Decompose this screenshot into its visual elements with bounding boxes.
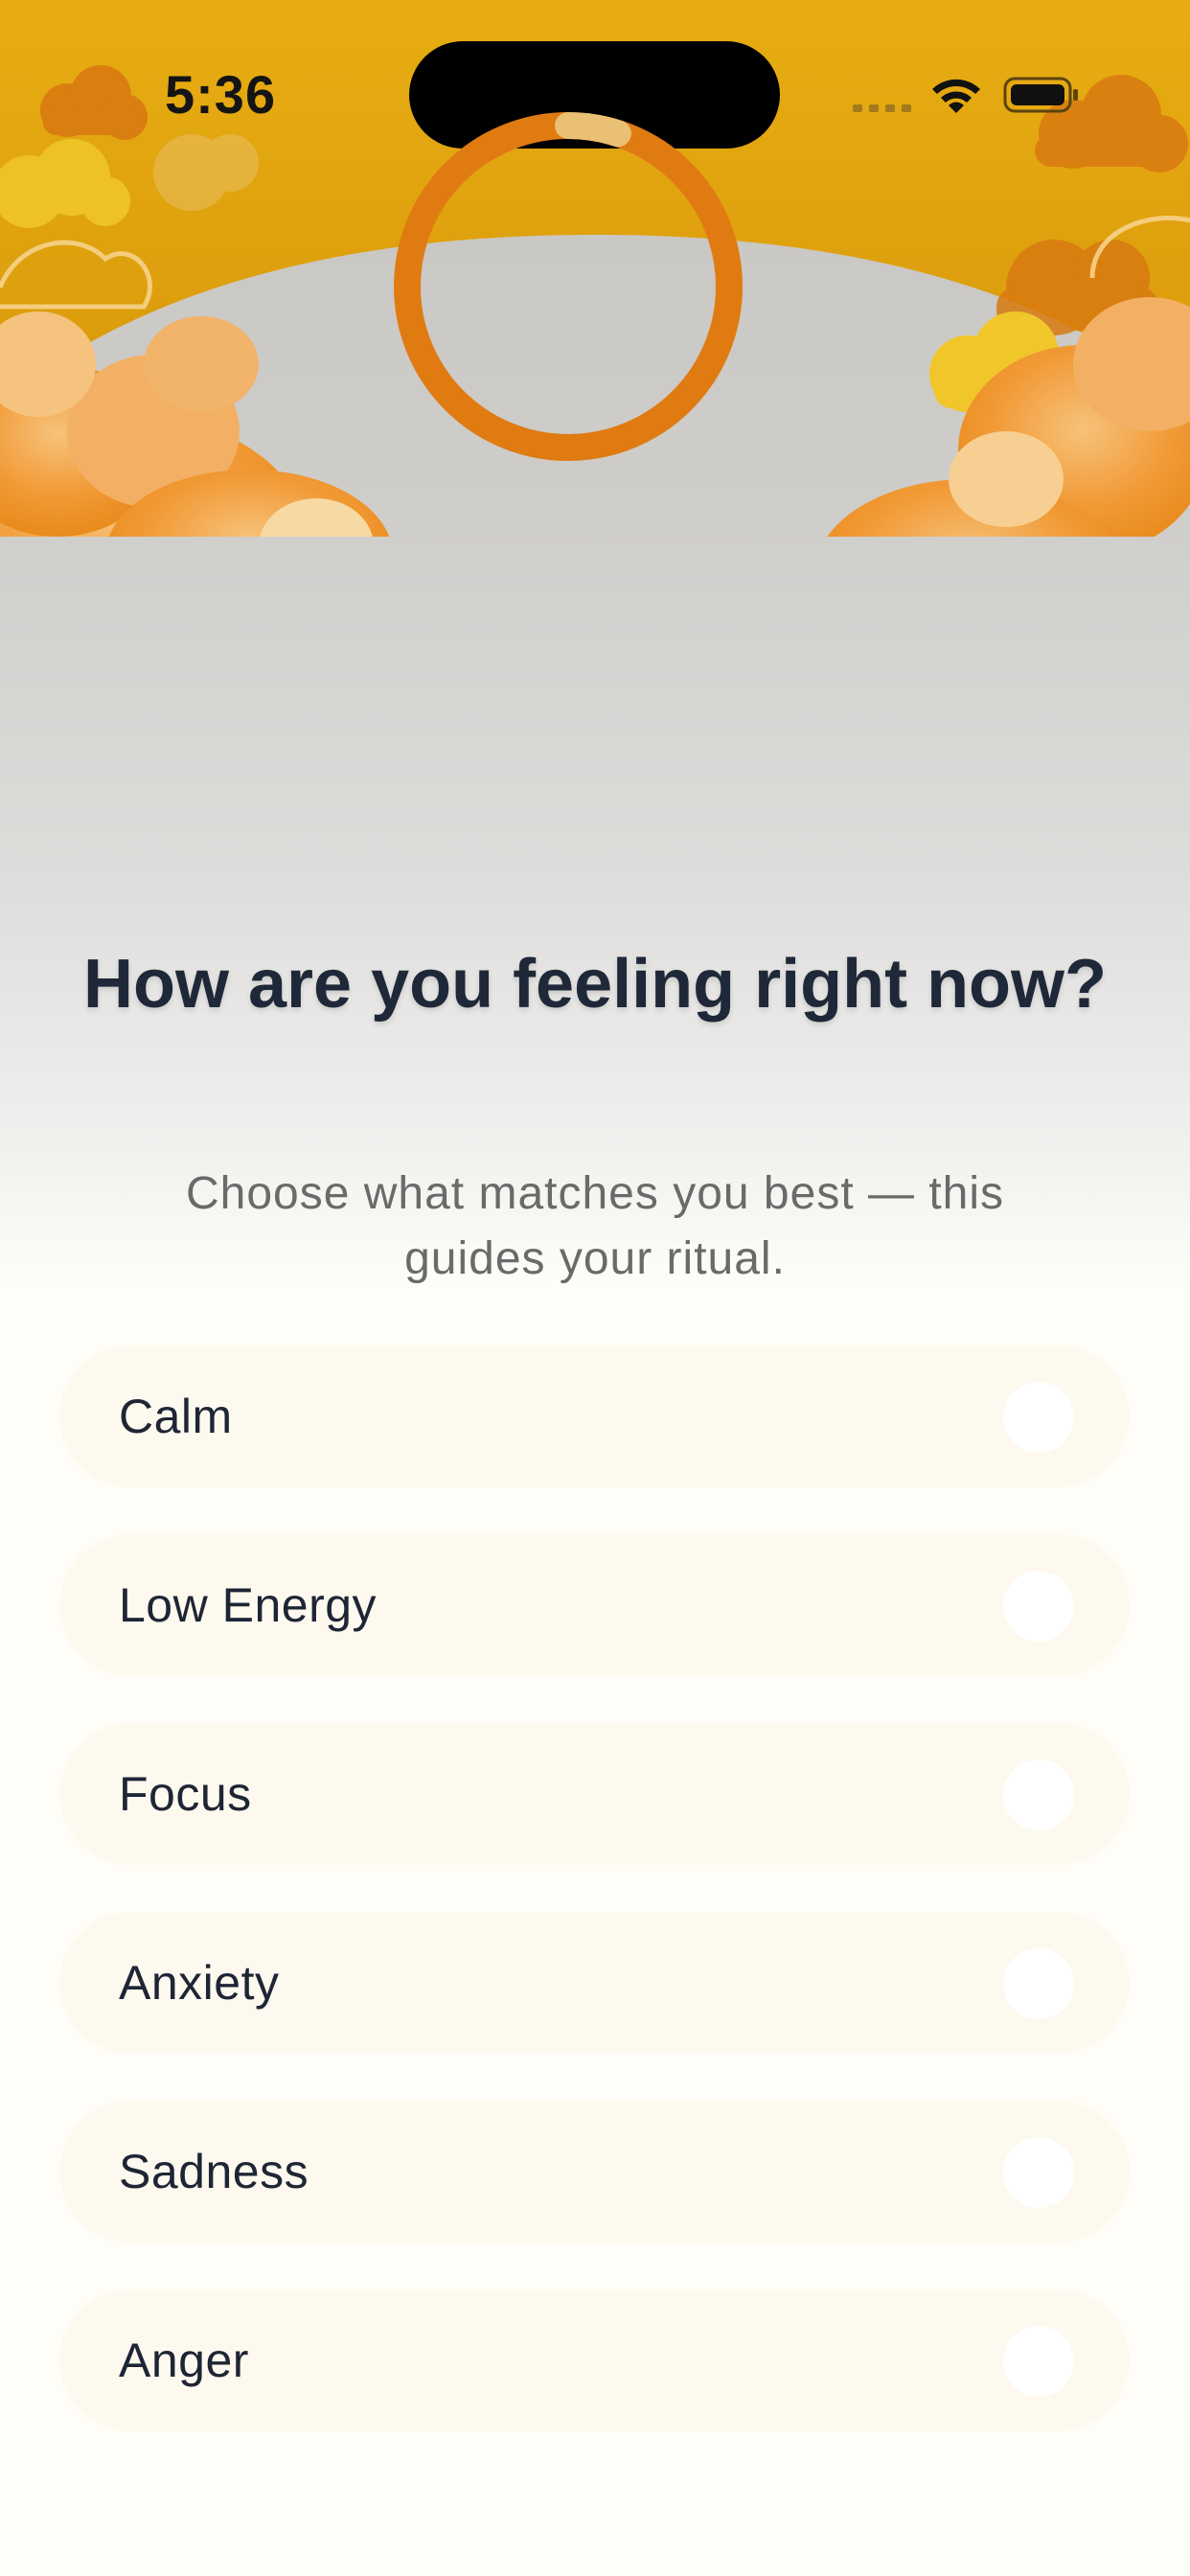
option-label: Anger [119,2334,249,2387]
radio-button[interactable] [1003,2137,1074,2208]
mood-options-list: Calm Low Energy Focus Anxiety Sadness An… [59,1346,1130,2478]
option-label: Sadness [119,2145,309,2198]
radio-button[interactable] [1003,1382,1074,1453]
radio-button[interactable] [1003,2326,1074,2397]
option-label: Low Energy [119,1578,378,1632]
battery-icon [1003,77,1078,113]
mood-option-anxiety[interactable]: Anxiety [59,1912,1130,2054]
mood-option-calm[interactable]: Calm [59,1346,1130,1487]
mood-option-low-energy[interactable]: Low Energy [59,1534,1130,1676]
status-time: 5:36 [165,64,277,125]
mood-option-focus[interactable]: Focus [59,1723,1130,1865]
radio-button[interactable] [1003,1571,1074,1642]
option-label: Calm [119,1390,233,1443]
radio-button[interactable] [1003,1948,1074,2019]
radio-button[interactable] [1003,1760,1074,1830]
mood-option-anger[interactable]: Anger [59,2289,1130,2431]
progress-ring [394,112,743,461]
option-label: Anxiety [119,1956,280,2010]
progress-ring-track [394,112,743,461]
mood-option-sadness[interactable]: Sadness [59,2101,1130,2242]
option-label: Focus [119,1767,252,1821]
page-subtitle: Choose what matches you best — this guid… [185,1168,1005,1284]
wifi-icon [932,79,980,113]
page-title: How are you feeling right now? [82,946,1108,1023]
signal-icon [853,104,911,112]
